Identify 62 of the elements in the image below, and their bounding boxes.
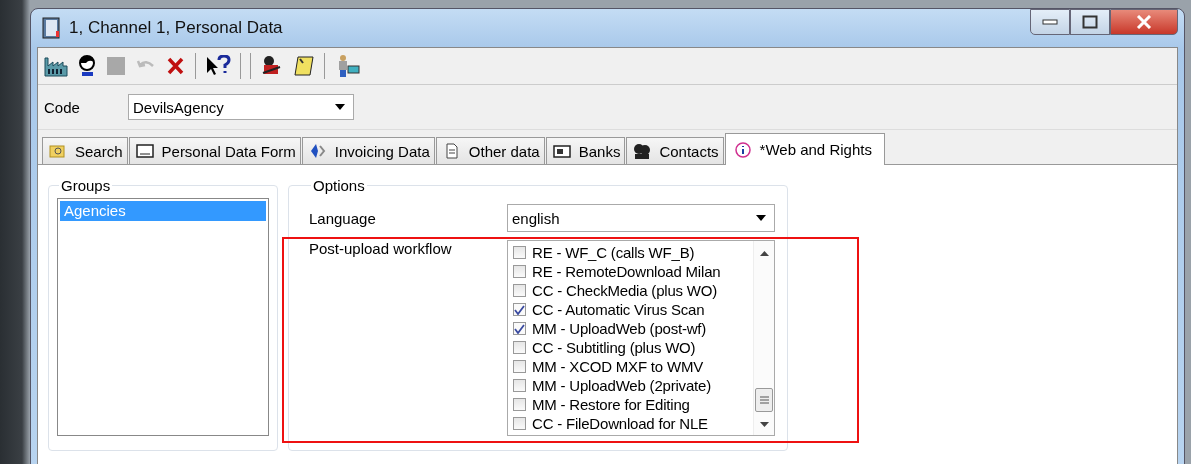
code-dropdown[interactable]: DevilsAgency	[128, 94, 354, 120]
workflow-option: MM - XCOD MXF to WMV	[532, 358, 703, 375]
minimize-icon	[1042, 19, 1058, 25]
dropdown-arrow-icon	[756, 215, 766, 221]
language-label: Language	[309, 209, 377, 227]
people-icon	[633, 143, 652, 159]
language-dropdown[interactable]: english	[507, 204, 775, 232]
minimize-button[interactable]	[1030, 9, 1070, 35]
tab[interactable]: Contacts	[626, 137, 724, 164]
tab[interactable]: Search	[42, 137, 128, 164]
delete-icon[interactable]	[166, 55, 186, 77]
check-icon	[514, 304, 525, 315]
checkbox[interactable]	[513, 322, 526, 335]
workflow-option: MM - Restore for Editing	[532, 396, 690, 413]
checkbox[interactable]	[513, 379, 526, 392]
workflow-option: RE - WF_C (calls WF_B)	[532, 244, 695, 261]
note-paper-icon[interactable]	[293, 55, 315, 77]
workflow-option: RE - RemoteDownload Milan	[532, 263, 721, 280]
form-icon	[135, 143, 154, 159]
notebook-icon	[41, 17, 61, 39]
code-label: Code	[44, 98, 81, 116]
tab[interactable]: Banks	[545, 137, 626, 164]
workflow-option: CC - Subtitling (plus WO)	[532, 339, 696, 356]
info-icon	[733, 141, 752, 158]
checkbox[interactable]	[513, 341, 526, 354]
tab[interactable]: *Web and Rights	[724, 133, 885, 165]
tab[interactable]: Personal Data Form	[128, 137, 301, 164]
maximize-button[interactable]	[1070, 9, 1110, 35]
maximize-icon	[1082, 15, 1098, 29]
workflow-option: MM - UploadWeb (2private)	[532, 377, 711, 394]
tab[interactable]: Other data	[435, 137, 545, 164]
workflow-label: Post-upload workflow	[309, 240, 453, 257]
search-icon	[49, 143, 67, 159]
workflow-option: CC - CheckMedia (plus WO)	[532, 282, 718, 299]
checkbox[interactable]	[513, 303, 526, 316]
checkbox[interactable]	[513, 398, 526, 411]
dropdown-arrow-icon	[335, 104, 345, 110]
workflow-option: CC - FileDownload for NLE	[532, 415, 708, 432]
workflow-option: MM - UploadWeb (post-wf)	[532, 320, 707, 337]
scrollbar[interactable]	[753, 241, 774, 435]
checkbox[interactable]	[513, 284, 526, 297]
workflow-option: CC - Automatic Virus Scan	[532, 301, 705, 318]
checkbox[interactable]	[513, 265, 526, 278]
tab[interactable]: Invoicing Data	[301, 137, 435, 164]
scroll-down-icon[interactable]	[759, 422, 769, 427]
scroll-up-icon[interactable]	[759, 251, 769, 256]
groups-title: Groups	[60, 177, 112, 194]
diamond-icon	[308, 143, 327, 159]
scroll-thumb[interactable]	[755, 388, 773, 412]
window-title: 1, Channel 1, Personal Data	[69, 18, 283, 38]
checkbox[interactable]	[513, 417, 526, 430]
grip-icon	[759, 396, 769, 404]
close-icon	[1136, 15, 1152, 29]
options-title: Options	[312, 177, 366, 194]
help-pointer-icon[interactable]	[205, 55, 231, 77]
checkbox[interactable]	[513, 360, 526, 373]
check-icon	[514, 323, 525, 334]
checkbox[interactable]	[513, 246, 526, 259]
person-head-icon[interactable]	[77, 55, 97, 77]
factory-icon[interactable]	[44, 55, 68, 77]
card-icon	[552, 143, 571, 159]
close-button[interactable]	[1110, 9, 1178, 35]
